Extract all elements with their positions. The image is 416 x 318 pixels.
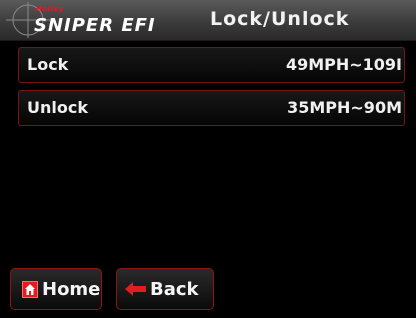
row-lock-label: Lock: [27, 55, 69, 74]
home-button-label: Home: [42, 279, 101, 300]
row-lock[interactable]: Lock 49MPH~109I: [18, 47, 405, 83]
header-bar: Holley SNIPER EFI Lock/Unlock: [0, 0, 416, 41]
brand-top-label: Holley: [36, 5, 64, 13]
home-button[interactable]: Home: [10, 268, 102, 310]
row-unlock-value: 35MPH~90M: [287, 98, 402, 117]
back-arrow-icon: [125, 282, 146, 296]
page-title: Lock/Unlock: [210, 8, 350, 30]
back-button[interactable]: Back: [116, 268, 214, 310]
sniper-efi-logo: Holley SNIPER EFI: [6, 2, 206, 38]
brand-main-label: SNIPER EFI: [34, 15, 156, 36]
row-unlock[interactable]: Unlock 35MPH~90M: [18, 90, 405, 126]
home-icon: [22, 281, 38, 298]
row-unlock-label: Unlock: [27, 98, 88, 117]
row-lock-value: 49MPH~109I: [285, 55, 402, 74]
back-button-label: Back: [150, 279, 199, 300]
